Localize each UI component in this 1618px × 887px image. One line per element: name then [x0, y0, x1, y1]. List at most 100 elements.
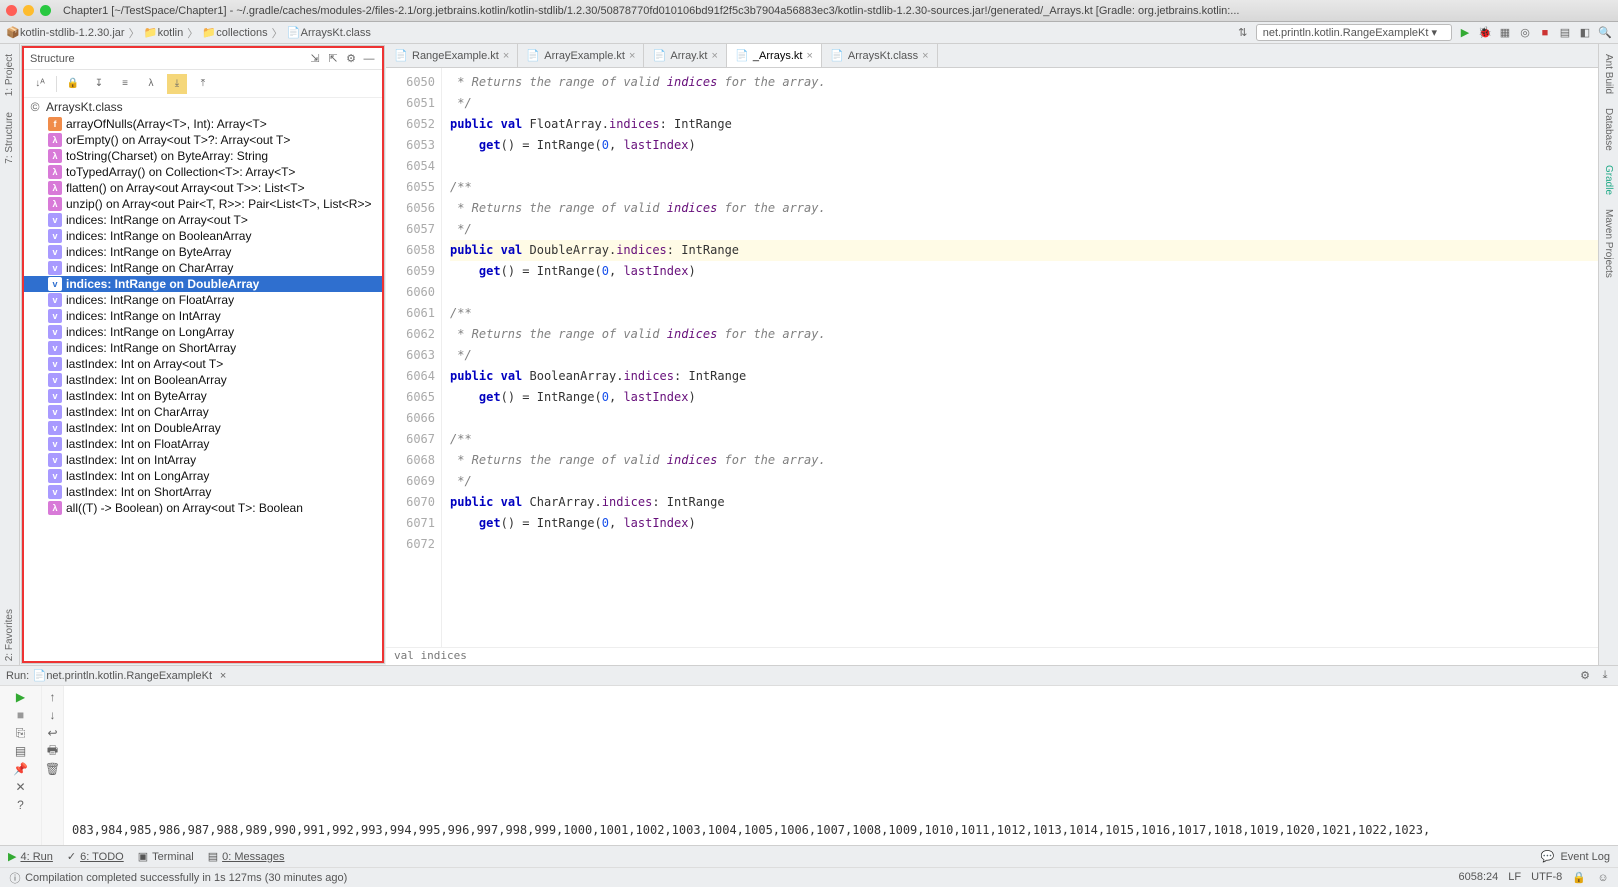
structure-item[interactable]: vindices: IntRange on DoubleArray [24, 276, 382, 292]
traffic-close-icon[interactable] [6, 5, 17, 16]
structure-item[interactable]: vindices: IntRange on Array<out T> [24, 212, 382, 228]
structure-root[interactable]: ArraysKt.class [46, 100, 123, 114]
show-anon-icon[interactable]: ≡ [115, 74, 135, 94]
close-icon[interactable]: × [922, 50, 928, 62]
structure-item[interactable]: vlastIndex: Int on Array<out T> [24, 356, 382, 372]
structure-item[interactable]: vindices: IntRange on BooleanArray [24, 228, 382, 244]
tab-database[interactable]: Database [1603, 104, 1614, 155]
editor-tab[interactable]: 📄ArrayExample.kt× [518, 44, 644, 67]
search-icon[interactable]: 🔍 [1598, 26, 1612, 40]
autoscroll-to-icon[interactable]: ⤓ [167, 74, 187, 94]
hide-icon[interactable]: — [362, 52, 376, 66]
bt-todo[interactable]: ✓ 6: TODO [67, 850, 124, 863]
tab-favorites[interactable]: 2: Favorites [4, 605, 15, 665]
print-icon[interactable]: 🖶 [46, 744, 60, 758]
structure-item[interactable]: λunzip() on Array<out Pair<T, R>>: Pair<… [24, 196, 382, 212]
run-config-select[interactable]: net.println.kotlin.RangeExampleKt ▾ [1256, 24, 1452, 41]
structure-item[interactable]: vindices: IntRange on LongArray [24, 324, 382, 340]
run-output[interactable]: 083,984,985,986,987,988,989,990,991,992,… [64, 686, 1618, 845]
stop-icon[interactable]: ■ [1538, 26, 1552, 40]
rerun-icon[interactable]: ▶ [14, 690, 28, 704]
structure-item[interactable]: vlastIndex: Int on DoubleArray [24, 420, 382, 436]
structure-item[interactable]: vlastIndex: Int on ByteArray [24, 388, 382, 404]
structure-item[interactable]: vlastIndex: Int on BooleanArray [24, 372, 382, 388]
collapse-icon[interactable]: ⤓ [1598, 669, 1612, 683]
structure-tree[interactable]: © ArraysKt.class farrayOfNulls(Array<T>,… [24, 98, 382, 661]
structure-item[interactable]: farrayOfNulls(Array<T>, Int): Array<T> [24, 116, 382, 132]
structure-item[interactable]: vindices: IntRange on ShortArray [24, 340, 382, 356]
wrap-icon[interactable]: ↩ [46, 726, 60, 740]
tab-structure[interactable]: 7: Structure [4, 108, 15, 168]
tab-ant[interactable]: Ant Build [1603, 50, 1614, 98]
editor-tab[interactable]: 📄RangeExample.kt× [386, 44, 518, 67]
autoscroll-from-icon[interactable]: ⤒ [193, 74, 213, 94]
tab-project[interactable]: 1: Project [4, 50, 15, 100]
sync-icon[interactable]: ⇅ [1236, 26, 1250, 40]
profile-icon[interactable]: ◎ [1518, 26, 1532, 40]
traffic-min-icon[interactable] [23, 5, 34, 16]
caret-pos[interactable]: 6058:24 [1459, 871, 1499, 885]
editor-tab[interactable]: 📄ArraysKt.class× [822, 44, 938, 67]
structure-item[interactable]: vlastIndex: Int on IntArray [24, 452, 382, 468]
run-config-name[interactable]: net.println.kotlin.RangeExampleKt [46, 670, 212, 682]
bt-eventlog[interactable]: Event Log [1560, 851, 1610, 863]
project-structure-icon[interactable]: ◧ [1578, 26, 1592, 40]
coverage-icon[interactable]: ▦ [1498, 26, 1512, 40]
close-icon[interactable]: ✕ [14, 780, 28, 794]
show-inherited-icon[interactable]: ↧ [89, 74, 109, 94]
structure-item[interactable]: vindices: IntRange on FloatArray [24, 292, 382, 308]
editor-tab[interactable]: 📄_Arrays.kt× [727, 44, 822, 67]
up-icon[interactable]: ↑ [46, 690, 60, 704]
structure-item[interactable]: λtoString(Charset) on ByteArray: String [24, 148, 382, 164]
eventlog-icon[interactable]: 💬 [1540, 850, 1554, 864]
editor-tab[interactable]: 📄Array.kt× [644, 44, 727, 67]
tab-maven[interactable]: Maven Projects [1603, 205, 1614, 282]
structure-item[interactable]: λall((T) -> Boolean) on Array<out T>: Bo… [24, 500, 382, 516]
close-icon[interactable]: × [216, 669, 230, 683]
structure-item[interactable]: vindices: IntRange on ByteArray [24, 244, 382, 260]
crumb-3[interactable]: ArraysKt.class [301, 27, 371, 39]
crumb-0[interactable]: kotlin-stdlib-1.2.30.jar [20, 27, 125, 39]
layout-icon[interactable]: ▤ [1558, 26, 1572, 40]
traffic-zoom-icon[interactable] [40, 5, 51, 16]
readonly-icon[interactable]: 🔒 [1572, 871, 1586, 885]
gear-icon[interactable]: ⚙ [1578, 669, 1592, 683]
bt-messages[interactable]: ▤ 0: Messages [208, 850, 285, 863]
gear-icon[interactable]: ⚙ [344, 52, 358, 66]
hector-icon[interactable]: ☺ [1596, 871, 1610, 885]
close-icon[interactable]: × [629, 50, 635, 62]
line-sep[interactable]: LF [1508, 871, 1521, 885]
debug-icon[interactable]: 🐞 [1478, 26, 1492, 40]
structure-item[interactable]: vindices: IntRange on IntArray [24, 308, 382, 324]
structure-item[interactable]: vindices: IntRange on CharArray [24, 260, 382, 276]
editor-code[interactable]: * Returns the range of valid indices for… [442, 68, 1598, 647]
stop-icon[interactable]: ■ [14, 708, 28, 722]
help-icon[interactable]: ? [14, 798, 28, 812]
sort-alpha-icon[interactable]: ↓ᴬ [30, 74, 50, 94]
structure-item[interactable]: vlastIndex: Int on FloatArray [24, 436, 382, 452]
info-icon[interactable]: ⓘ [8, 871, 22, 885]
close-icon[interactable]: × [806, 50, 812, 62]
structure-item[interactable]: λorEmpty() on Array<out T>?: Array<out T… [24, 132, 382, 148]
tab-gradle[interactable]: Gradle [1603, 161, 1614, 199]
show-fields-icon[interactable]: 🔒 [63, 74, 83, 94]
clear-icon[interactable]: 🗑 [46, 762, 60, 776]
collapse-all-icon[interactable]: ⇲ [308, 52, 322, 66]
structure-item[interactable]: vlastIndex: Int on ShortArray [24, 484, 382, 500]
bt-terminal[interactable]: ▣ Terminal [138, 850, 194, 863]
pin-icon[interactable]: 📌 [14, 762, 28, 776]
run-icon[interactable]: ▶ [1458, 26, 1472, 40]
bt-run[interactable]: ▶4: Run [8, 850, 53, 863]
structure-item[interactable]: vlastIndex: Int on CharArray [24, 404, 382, 420]
close-icon[interactable]: × [503, 50, 509, 62]
layout-icon[interactable]: ▤ [14, 744, 28, 758]
expand-all-icon[interactable]: ⇱ [326, 52, 340, 66]
encoding[interactable]: UTF-8 [1531, 871, 1562, 885]
crumb-2[interactable]: collections [216, 27, 267, 39]
close-icon[interactable]: × [711, 50, 717, 62]
crumb-1[interactable]: kotlin [158, 27, 184, 39]
structure-item[interactable]: λtoTypedArray() on Collection<T>: Array<… [24, 164, 382, 180]
down-icon[interactable]: ↓ [46, 708, 60, 722]
dump-icon[interactable]: ⎘ [14, 726, 28, 740]
structure-item[interactable]: λflatten() on Array<out Array<out T>>: L… [24, 180, 382, 196]
